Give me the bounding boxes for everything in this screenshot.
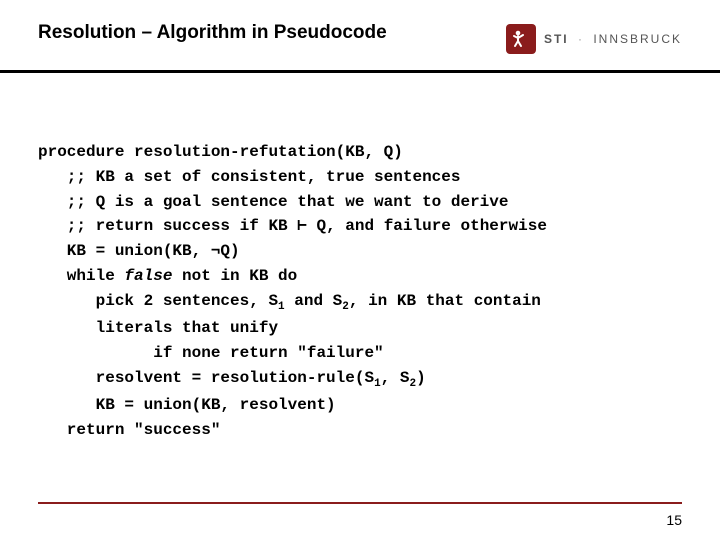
logo-text: STI · INNSBRUCK xyxy=(544,32,682,46)
brand-logo: STI · INNSBRUCK xyxy=(506,24,682,54)
code-line: return "success" xyxy=(38,421,220,439)
code-line: pick 2 sentences, S1 and S2, in KB that … xyxy=(38,292,541,310)
code-line: ;; KB a set of consistent, true sentence… xyxy=(38,168,460,186)
code-line: ;; Q is a goal sentence that we want to … xyxy=(38,193,508,211)
code-line: KB = union(KB, resolvent) xyxy=(38,396,336,414)
footer-divider xyxy=(38,502,682,504)
logo-separator: · xyxy=(578,32,584,46)
logo-subtext: INNSBRUCK xyxy=(593,32,682,46)
page-number: 15 xyxy=(666,512,682,528)
logo-brand: STI xyxy=(544,32,569,46)
code-line: resolvent = resolution-rule(S1, S2) xyxy=(38,369,426,387)
code-line: ;; return success if KB ⊢ Q, and failure… xyxy=(38,217,547,235)
code-line: if none return "failure" xyxy=(38,344,384,362)
logo-icon xyxy=(506,24,536,54)
pseudocode-block: procedure resolution-refutation(KB, Q) ;… xyxy=(38,140,682,442)
code-line: procedure resolution-refutation(KB, Q) xyxy=(38,143,403,161)
code-line: literals that unify xyxy=(38,319,278,337)
slide: Resolution – Algorithm in Pseudocode STI… xyxy=(0,0,720,540)
header-divider xyxy=(0,70,720,73)
code-line: while false not in KB do xyxy=(38,267,297,285)
code-line: KB = union(KB, ¬Q) xyxy=(38,242,240,260)
